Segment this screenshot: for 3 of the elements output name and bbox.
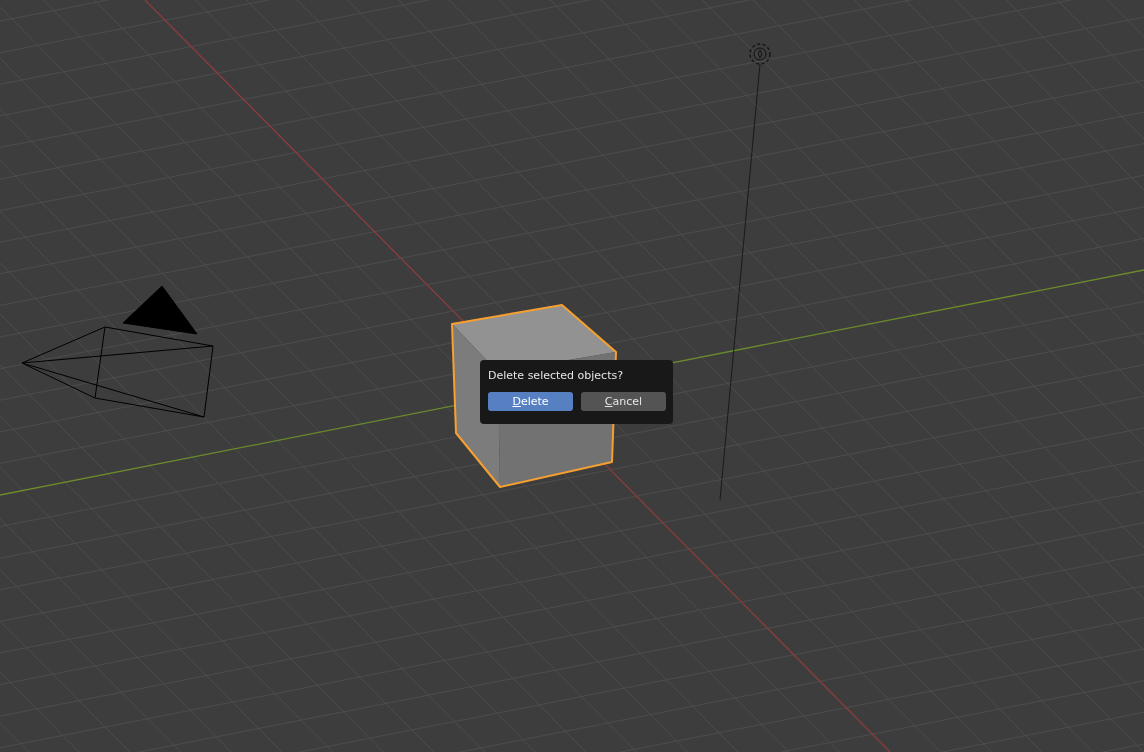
dialog-message: Delete selected objects?: [488, 369, 625, 382]
cancel-button[interactable]: Cancel: [581, 392, 666, 411]
delete-button[interactable]: Delete: [488, 392, 573, 411]
